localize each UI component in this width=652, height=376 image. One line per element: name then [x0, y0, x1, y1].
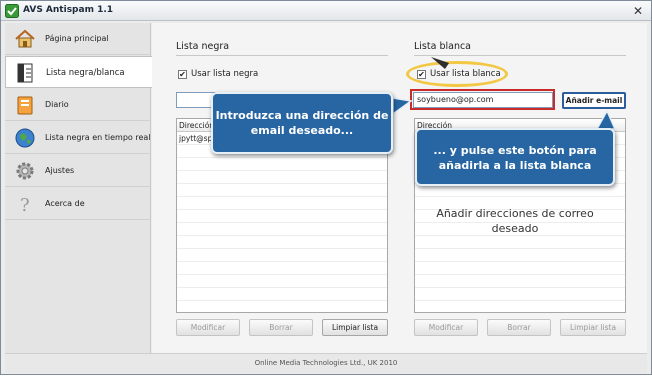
blacklist-delete-button[interactable]: Borrar [249, 319, 313, 336]
table-row[interactable] [177, 184, 387, 197]
use-blacklist-label: Usar lista negra [191, 69, 259, 79]
sidebar-item-label: Lista negra/blanca [46, 68, 125, 78]
sidebar-item-log[interactable]: Diario [5, 89, 151, 121]
table-row[interactable] [415, 236, 625, 249]
help-icon: ? [20, 195, 30, 215]
table-row[interactable] [177, 171, 387, 184]
app-logo-icon [5, 4, 19, 18]
table-row[interactable] [177, 288, 387, 301]
table-row[interactable] [177, 223, 387, 236]
table-row[interactable] [177, 158, 387, 171]
list-icon [17, 63, 33, 83]
divider [414, 55, 626, 56]
home-icon [15, 29, 35, 48]
window-title: AVS Antispam 1.1 [23, 5, 114, 15]
table-row[interactable] [415, 288, 625, 301]
sidebar-item-label: Acerca de [45, 199, 85, 208]
sidebar-item-home[interactable]: Página principal [5, 23, 151, 55]
table-row[interactable] [415, 275, 625, 288]
whitelist-delete-button[interactable]: Borrar [487, 319, 551, 336]
sidebar-item-label: Lista negra en tiempo real [45, 133, 151, 142]
app-window: AVS Antispam 1.1 ✕ Página principal List… [0, 0, 652, 375]
blacklist-modify-button[interactable]: Modificar [176, 319, 240, 336]
checkbox-highlight [406, 61, 508, 87]
blacklist-title: Lista negra [176, 41, 230, 52]
gear-icon [16, 162, 34, 180]
input-highlight [410, 89, 555, 110]
blacklist-clear-button[interactable]: Limpiar lista [322, 319, 388, 336]
sidebar-item-label: Diario [45, 100, 69, 109]
divider [176, 55, 388, 56]
add-email-button[interactable]: Añadir e-mail [562, 92, 626, 109]
sidebar-item-settings[interactable]: Ajustes [5, 155, 151, 187]
table-row[interactable] [415, 249, 625, 262]
table-row[interactable] [177, 197, 387, 210]
globe-icon [15, 128, 35, 148]
callout-enter-email: Introduzca una dirección de email desead… [211, 92, 393, 154]
use-blacklist-checkbox[interactable]: ✔ Usar lista negra [178, 69, 258, 79]
table-row[interactable] [415, 262, 625, 275]
footer: Online Media Technologies Ltd., UK 2010 [5, 353, 647, 373]
table-row[interactable] [177, 236, 387, 249]
sidebar-item-realtime-blacklist[interactable]: Lista negra en tiempo real [5, 122, 151, 154]
svg-text:?: ? [20, 195, 30, 215]
close-button[interactable]: ✕ [631, 4, 645, 18]
checkbox-box: ✔ [178, 70, 187, 79]
sidebar: Página principal Lista negra/blanca Diar… [5, 23, 152, 353]
table-row[interactable] [177, 249, 387, 262]
table-row[interactable] [177, 275, 387, 288]
whitelist-clear-button[interactable]: Limpiar lista [560, 319, 626, 336]
sidebar-item-label: Ajustes [45, 166, 75, 175]
title-bar: AVS Antispam 1.1 ✕ [1, 1, 651, 21]
sidebar-item-blackwhite-list[interactable]: Lista negra/blanca [5, 56, 152, 88]
sidebar-item-about[interactable]: ? Acerca de [5, 188, 151, 220]
table-row[interactable] [177, 262, 387, 275]
sidebar-item-label: Página principal [45, 34, 109, 43]
main-panel: Lista negra ✔ Usar lista negra Dirección … [152, 23, 647, 353]
table-row[interactable] [177, 210, 387, 223]
log-icon [17, 96, 33, 115]
callout-press-button: ... y pulse este botón para añadirla a l… [415, 128, 615, 186]
whitelist-title: Lista blanca [414, 41, 472, 52]
whitelist-modify-button[interactable]: Modificar [414, 319, 478, 336]
caption-text: Añadir direcciones de correo deseado [436, 207, 594, 235]
